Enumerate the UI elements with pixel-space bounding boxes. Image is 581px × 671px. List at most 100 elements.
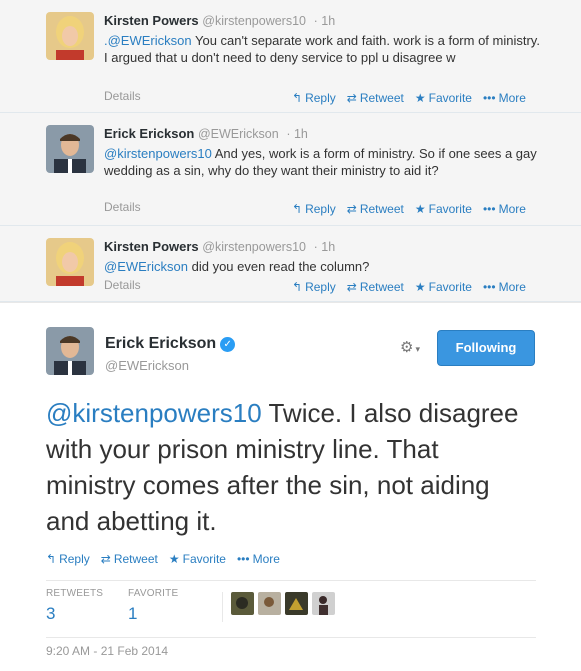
- retweet-label: Retweet: [359, 202, 404, 216]
- tweet-time-value[interactable]: 1h: [294, 127, 308, 141]
- retweet-icon: ⇄: [346, 91, 357, 105]
- main-tweet: Erick Erickson ✓ @EWErickson ⚙ ▾ Following…: [0, 303, 581, 671]
- conversation-thread: Kirsten Powers @kirstenpowers10 · 1h .@E…: [0, 0, 581, 303]
- avatar[interactable]: [46, 327, 94, 375]
- star-icon: ★: [414, 280, 426, 294]
- reply-button[interactable]: ↰ Reply: [46, 552, 90, 566]
- tweet-time-value[interactable]: 1h: [321, 240, 335, 254]
- chevron-down-icon: ▾: [415, 344, 420, 354]
- tweet-author-handle[interactable]: @EWErickson: [198, 127, 279, 141]
- tweet-time-value[interactable]: 1h: [321, 14, 335, 28]
- tweet-author-handle[interactable]: @kirstenpowers10: [202, 240, 306, 254]
- more-label: More: [252, 552, 280, 566]
- star-icon: ★: [414, 91, 426, 105]
- favorites-label: FAVORITE: [128, 588, 179, 599]
- main-tweet-actions: ↰ Reply ⇄ Retweet ★ Favorite ••• More: [46, 552, 291, 566]
- more-button[interactable]: ••• More: [483, 202, 526, 216]
- retweet-button[interactable]: ⇄ Retweet: [347, 280, 404, 294]
- favorites-count[interactable]: 1: [128, 604, 178, 624]
- favorite-button[interactable]: ★ Favorite: [415, 91, 472, 105]
- retweet-button[interactable]: ⇄ Retweet: [101, 552, 158, 566]
- tweet-timestamp[interactable]: 9:20 AM - 21 Feb 2014: [46, 644, 168, 658]
- conversation-tweet[interactable]: Erick Erickson @EWErickson · 1h @kirsten…: [0, 113, 581, 226]
- main-tweet-text: @kirstenpowers10 Twice. I also disagree …: [46, 395, 526, 539]
- avatar[interactable]: [312, 592, 335, 615]
- tweet-actions: ↰ Reply ⇄ Retweet ★ Favorite ••• More: [292, 202, 537, 216]
- more-button[interactable]: ••• More: [237, 552, 280, 566]
- conversation-tweet[interactable]: Kirsten Powers @kirstenpowers10 · 1h .@E…: [0, 0, 581, 113]
- reply-arrow-icon: ↰: [46, 552, 57, 566]
- tweet-body: did you even read the column?: [188, 259, 370, 274]
- retweet-button[interactable]: ⇄ Retweet: [347, 91, 404, 105]
- tweet-text: .@EWErickson You can't separate work and…: [104, 32, 544, 66]
- mention-link[interactable]: .@EWErickson: [104, 33, 192, 48]
- mention-link[interactable]: @EWErickson: [104, 259, 188, 274]
- more-label: More: [498, 280, 526, 294]
- following-button[interactable]: Following: [437, 330, 535, 366]
- retweet-icon: ⇄: [346, 280, 357, 294]
- tweet-author-name[interactable]: Kirsten Powers: [104, 13, 199, 28]
- more-dots-icon: •••: [236, 552, 250, 566]
- tweet-author-handle[interactable]: @kirstenpowers10: [202, 14, 306, 28]
- tweet-time[interactable]: · 1h: [314, 14, 336, 28]
- star-icon: ★: [168, 552, 180, 566]
- more-label: More: [498, 202, 526, 216]
- tweet-author-name[interactable]: Kirsten Powers: [104, 239, 199, 254]
- tweet-time[interactable]: · 1h: [314, 240, 336, 254]
- reply-button[interactable]: ↰ Reply: [292, 202, 336, 216]
- avatar[interactable]: [285, 592, 308, 615]
- gear-dropdown[interactable]: ⚙ ▾: [400, 338, 420, 356]
- reply-arrow-icon: ↰: [292, 280, 303, 294]
- star-icon: ★: [414, 202, 426, 216]
- favorite-button[interactable]: ★ Favorite: [415, 280, 472, 294]
- avatar[interactable]: [258, 592, 281, 615]
- more-dots-icon: •••: [482, 280, 496, 294]
- avatar[interactable]: [46, 238, 94, 286]
- favorite-label: Favorite: [428, 91, 472, 105]
- retweets-count[interactable]: 3: [46, 604, 103, 624]
- tweet-actions: ↰ Reply ⇄ Retweet ★ Favorite ••• More: [292, 280, 537, 294]
- retweets-stat[interactable]: RETWEETS 3: [46, 588, 103, 624]
- reply-arrow-icon: ↰: [292, 91, 303, 105]
- details-link[interactable]: Details: [104, 200, 141, 214]
- retweet-icon: ⇄: [100, 552, 111, 566]
- retweets-label: RETWEETS: [46, 588, 104, 599]
- main-author-name[interactable]: Erick Erickson ✓: [105, 335, 236, 353]
- reply-label: Reply: [59, 552, 90, 566]
- more-button[interactable]: ••• More: [483, 280, 526, 294]
- retweet-icon: ⇄: [346, 202, 357, 216]
- avatar[interactable]: [231, 592, 254, 615]
- tweet-time[interactable]: · 1h: [286, 127, 308, 141]
- avatar[interactable]: [46, 125, 94, 173]
- mention-link[interactable]: @kirstenpowers10: [46, 398, 262, 428]
- reply-label: Reply: [305, 202, 336, 216]
- retweet-button[interactable]: ⇄ Retweet: [347, 202, 404, 216]
- reply-button[interactable]: ↰ Reply: [292, 280, 336, 294]
- main-author-handle[interactable]: @EWErickson: [105, 358, 189, 373]
- tweet-text: @EWErickson did you even read the column…: [104, 258, 544, 275]
- main-author-name-text[interactable]: Erick Erickson: [105, 335, 216, 352]
- more-dots-icon: •••: [482, 91, 496, 105]
- details-link[interactable]: Details: [104, 278, 141, 292]
- avatar[interactable]: [46, 12, 94, 60]
- verified-badge-icon: ✓: [220, 337, 236, 352]
- conversation-tweet[interactable]: Kirsten Powers @kirstenpowers10 · 1h @EW…: [0, 226, 581, 302]
- reply-button[interactable]: ↰ Reply: [292, 91, 336, 105]
- tweet-stats: RETWEETS 3 FAVORITE 1: [46, 580, 536, 638]
- details-link[interactable]: Details: [104, 89, 141, 103]
- retweet-label: Retweet: [359, 91, 404, 105]
- more-label: More: [498, 91, 526, 105]
- tweet-author-name[interactable]: Erick Erickson: [104, 126, 194, 141]
- retweet-label: Retweet: [359, 280, 404, 294]
- more-dots-icon: •••: [482, 202, 496, 216]
- more-button[interactable]: ••• More: [483, 91, 526, 105]
- reply-arrow-icon: ↰: [292, 202, 303, 216]
- favorites-stat[interactable]: FAVORITE 1: [128, 588, 178, 624]
- favorite-button[interactable]: ★ Favorite: [415, 202, 472, 216]
- tweet-actions: ↰ Reply ⇄ Retweet ★ Favorite ••• More: [292, 91, 537, 105]
- favorite-label: Favorite: [182, 552, 226, 566]
- favorite-label: Favorite: [428, 280, 472, 294]
- mention-link[interactable]: @kirstenpowers10: [104, 146, 212, 161]
- gear-icon: ⚙: [400, 339, 414, 356]
- favorite-button[interactable]: ★ Favorite: [169, 552, 226, 566]
